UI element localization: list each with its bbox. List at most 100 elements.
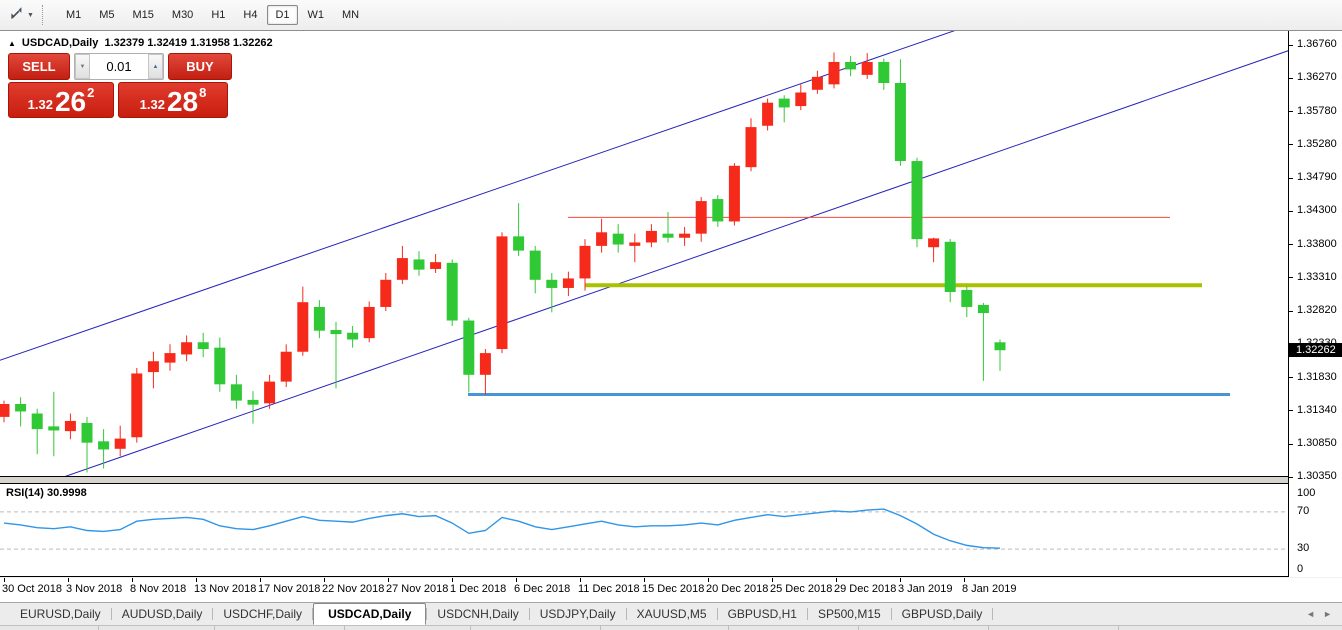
chart-tab-gbpusd-daily[interactable]: GBPUSD,Daily [892, 604, 993, 624]
time-axis-label: 1 Dec 2018 [450, 583, 506, 595]
price-axis-tick [1289, 211, 1293, 212]
chart-tab-bar: EURUSD,DailyAUDUSD,DailyUSDCHF,DailyUSDC… [0, 602, 1342, 625]
price-axis-tick [1289, 111, 1293, 112]
volume-spinner: ▼ 0.01 ▲ [74, 53, 164, 80]
rsi-indicator-panel[interactable]: RSI(14) 30.9998 [0, 484, 1288, 577]
price-axis-tick [1289, 444, 1293, 445]
time-axis[interactable]: 30 Oct 20183 Nov 20188 Nov 201813 Nov 20… [0, 578, 1342, 602]
time-axis-tick [4, 578, 5, 582]
chart-tab-usdcad-daily[interactable]: USDCAD,Daily [313, 603, 426, 625]
status-separator [600, 626, 601, 630]
price-axis-label: 1.32820 [1297, 304, 1337, 316]
chart-tab-usdjpy-daily[interactable]: USDJPY,Daily [530, 604, 626, 624]
buy-price-panel[interactable]: 1.32 28 8 [118, 82, 228, 118]
candle-body [912, 161, 923, 239]
price-axis[interactable]: 1.367601.362701.357801.352801.347901.343… [1288, 31, 1342, 577]
chart-tab-eurusd-daily[interactable]: EURUSD,Daily [10, 604, 111, 624]
tab-separator [992, 608, 993, 620]
price-axis-tick [1289, 377, 1293, 378]
sell-button[interactable]: SELL [8, 53, 70, 80]
candle-body [181, 342, 192, 354]
spinner-up-icon: ▲ [153, 64, 159, 70]
price-axis-label: 1.36270 [1297, 71, 1337, 83]
candle-body [596, 232, 607, 246]
chart-tab-usdcnh-daily[interactable]: USDCNH,Daily [427, 604, 528, 624]
candle-body [430, 262, 441, 269]
candle-body [463, 321, 474, 375]
chart-tab-usdchf-daily[interactable]: USDCHF,Daily [213, 604, 312, 624]
candle-body [131, 373, 142, 437]
volume-increase-button[interactable]: ▲ [148, 54, 163, 79]
price-axis-tick [1289, 410, 1293, 411]
tab-scroll-right-icon[interactable]: ► [1323, 609, 1332, 619]
candle-body [762, 103, 773, 126]
time-axis-label: 15 Dec 2018 [642, 583, 704, 595]
price-axis-tick [1289, 78, 1293, 79]
timeframe-button-m15[interactable]: M15 [125, 5, 162, 25]
panel-splitter[interactable] [0, 477, 1288, 484]
candle-body [447, 263, 458, 321]
candle-body [679, 234, 690, 238]
volume-decrease-button[interactable]: ▼ [75, 54, 90, 79]
time-axis-label: 22 Nov 2018 [322, 583, 384, 595]
status-separator [1118, 626, 1119, 630]
candle-body [331, 330, 342, 334]
sell-price-pips: 26 [55, 89, 86, 115]
time-axis-tick [260, 578, 261, 582]
time-axis-label: 6 Dec 2018 [514, 583, 570, 595]
chart-shift-button[interactable]: ▼ [4, 1, 39, 30]
candle-body [480, 353, 491, 375]
price-axis-label: 1.33310 [1297, 271, 1337, 283]
timeframe-button-w1[interactable]: W1 [300, 5, 333, 25]
time-axis-label: 8 Jan 2019 [962, 583, 1016, 595]
price-axis-tick [1289, 277, 1293, 278]
toolbar-grip[interactable] [42, 5, 48, 25]
collapse-trade-panel-icon[interactable]: ▲ [8, 39, 16, 48]
candle-body [397, 258, 408, 280]
candle-body [795, 93, 806, 107]
timeframe-button-mn[interactable]: MN [334, 5, 367, 25]
status-separator [858, 626, 859, 630]
candle-body [364, 307, 375, 338]
time-axis-tick [836, 578, 837, 582]
time-axis-label: 17 Nov 2018 [258, 583, 320, 595]
candle-body [148, 361, 159, 372]
candle-body [580, 246, 591, 279]
timeframe-button-m5[interactable]: M5 [91, 5, 122, 25]
sell-price-panel[interactable]: 1.32 26 2 [8, 82, 114, 118]
time-axis-label: 8 Nov 2018 [130, 583, 186, 595]
time-axis-tick [772, 578, 773, 582]
time-axis-tick [964, 578, 965, 582]
timeframe-button-h1[interactable]: H1 [203, 5, 233, 25]
volume-input[interactable]: 0.01 [90, 54, 148, 79]
buy-button[interactable]: BUY [168, 53, 232, 80]
timeframe-button-h4[interactable]: H4 [235, 5, 265, 25]
time-axis-tick [68, 578, 69, 582]
rsi-indicator-label: RSI(14) 30.9998 [6, 487, 87, 499]
mt4-window: ▼ M1M5M15M30H1H4D1W1MN ▲ USDCAD,Daily 1.3… [0, 0, 1342, 630]
timeframe-button-m30[interactable]: M30 [164, 5, 201, 25]
time-axis-tick [580, 578, 581, 582]
status-bar-strip [0, 625, 1342, 630]
time-axis-tick [516, 578, 517, 582]
timeframe-button-d1[interactable]: D1 [267, 5, 297, 25]
time-axis-tick [452, 578, 453, 582]
trend-channel-line-2[interactable] [55, 48, 1288, 477]
price-axis-tick [1289, 144, 1293, 145]
rsi-canvas[interactable] [0, 484, 1288, 577]
timeframe-toolbar: ▼ M1M5M15M30H1H4D1W1MN [0, 0, 1342, 31]
status-separator [98, 626, 99, 630]
chart-tab-xauusd-m5[interactable]: XAUUSD,M5 [627, 604, 717, 624]
price-chart-area[interactable]: ▲USDCAD,Daily 1.32379 1.32419 1.31958 1.… [0, 31, 1288, 477]
chart-tab-sp500-m15[interactable]: SP500,M15 [808, 604, 891, 624]
chart-tab-gbpusd-h1[interactable]: GBPUSD,H1 [718, 604, 807, 624]
candle-body [663, 234, 674, 238]
time-axis-label: 29 Dec 2018 [834, 583, 896, 595]
chart-symbol-title: USDCAD,Daily [22, 37, 98, 49]
time-axis-label: 20 Dec 2018 [706, 583, 768, 595]
tab-scroll-left-icon[interactable]: ◄ [1306, 609, 1315, 619]
time-axis-tick [900, 578, 901, 582]
chart-tab-audusd-daily[interactable]: AUDUSD,Daily [112, 604, 213, 624]
timeframe-button-m1[interactable]: M1 [58, 5, 89, 25]
time-axis-label: 13 Nov 2018 [194, 583, 256, 595]
